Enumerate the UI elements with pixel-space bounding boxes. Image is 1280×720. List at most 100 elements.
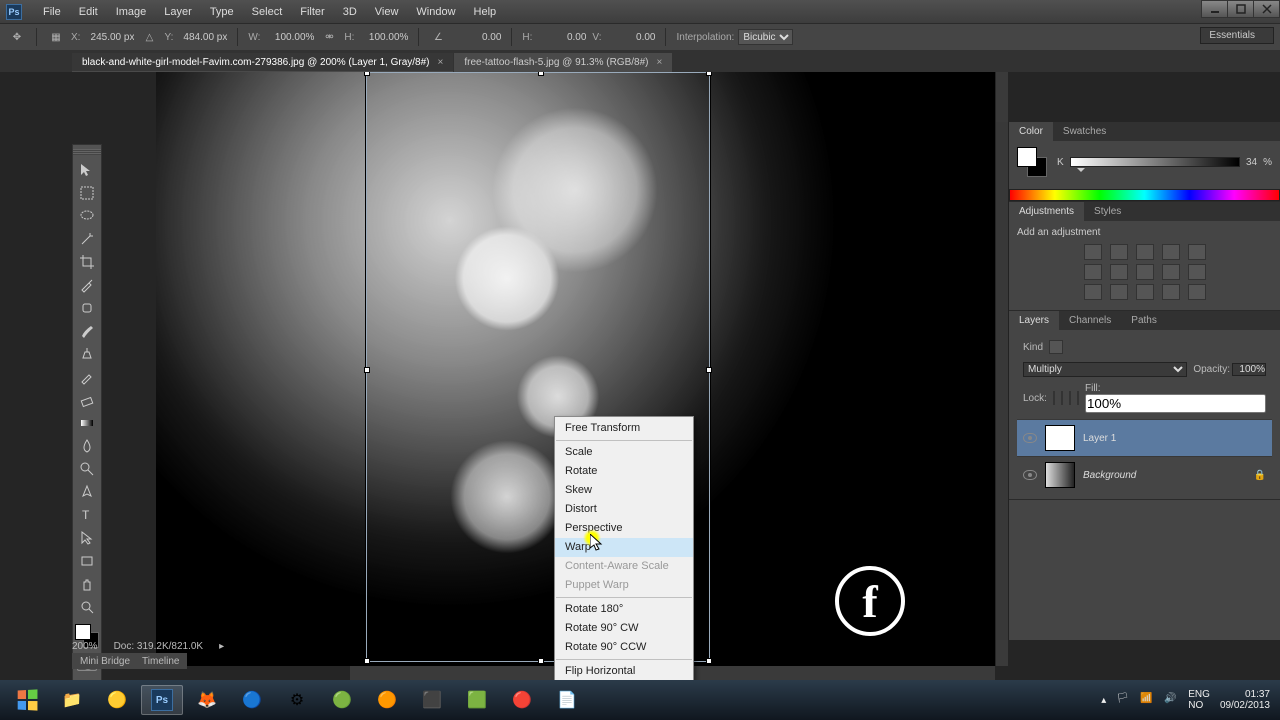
adj-bw-icon[interactable] xyxy=(1110,264,1128,280)
interpolation-select[interactable]: Bicubic xyxy=(738,29,793,45)
pen-tool[interactable] xyxy=(76,482,98,502)
taskbar-utorrent[interactable]: 🟢 xyxy=(321,685,363,715)
reference-point-icon[interactable]: ▦ xyxy=(47,28,65,46)
h-input[interactable] xyxy=(360,32,408,43)
lock-pixels-icon[interactable] xyxy=(1061,391,1063,405)
marquee-tool[interactable] xyxy=(76,183,98,203)
start-button[interactable] xyxy=(6,685,48,715)
ctx-rotate-180-[interactable]: Rotate 180° xyxy=(555,600,693,619)
layer-visibility-icon[interactable] xyxy=(1023,433,1037,443)
layer-thumbnail[interactable] xyxy=(1045,425,1075,451)
magic-wand-tool[interactable] xyxy=(76,229,98,249)
eyedropper-tool[interactable] xyxy=(76,275,98,295)
rectangle-tool[interactable] xyxy=(76,551,98,571)
adj-photofilter-icon[interactable] xyxy=(1136,264,1154,280)
tray-date[interactable]: 09/02/2013 xyxy=(1220,700,1270,711)
k-value[interactable]: 34 xyxy=(1246,157,1257,168)
swap-xy-icon[interactable]: △ xyxy=(140,28,158,46)
menu-image[interactable]: Image xyxy=(107,6,156,18)
color-spectrum[interactable] xyxy=(1009,189,1280,201)
taskbar-app-generic[interactable]: ⬛ xyxy=(411,685,453,715)
lock-transparent-icon[interactable] xyxy=(1053,391,1055,405)
opacity-input[interactable] xyxy=(1232,363,1266,376)
layer-name[interactable]: Background xyxy=(1083,470,1136,481)
taskbar-chrome[interactable]: 🟡 xyxy=(96,685,138,715)
transform-handle[interactable] xyxy=(364,367,370,373)
blur-tool[interactable] xyxy=(76,436,98,456)
menu-edit[interactable]: Edit xyxy=(70,6,107,18)
link-wh-icon[interactable]: ⚮ xyxy=(320,28,338,46)
menu-help[interactable]: Help xyxy=(465,6,506,18)
tray-network-icon[interactable]: 📶 xyxy=(1140,693,1154,707)
menu-layer[interactable]: Layer xyxy=(155,6,201,18)
panel-tab-paths[interactable]: Paths xyxy=(1121,311,1167,330)
tray-lang1[interactable]: ENG xyxy=(1188,689,1210,700)
layer-row[interactable]: Layer 1 xyxy=(1017,419,1272,456)
ctx-rotate-90-cw[interactable]: Rotate 90° CW xyxy=(555,619,693,638)
tray-expand-icon[interactable]: ▴ xyxy=(1101,695,1106,706)
menu-file[interactable]: File xyxy=(34,6,70,18)
adj-invert-icon[interactable] xyxy=(1084,284,1102,300)
eraser-tool[interactable] xyxy=(76,390,98,410)
taskbar-skype[interactable]: 🔵 xyxy=(231,685,273,715)
adj-gradmap-icon[interactable] xyxy=(1162,284,1180,300)
menu-type[interactable]: Type xyxy=(201,6,243,18)
layer-visibility-icon[interactable] xyxy=(1023,470,1037,480)
type-tool[interactable]: T xyxy=(76,505,98,525)
history-brush-tool[interactable] xyxy=(76,367,98,387)
transform-handle[interactable] xyxy=(706,658,712,664)
vskew-input[interactable] xyxy=(607,32,655,43)
tray-time[interactable]: 01:37 xyxy=(1220,689,1270,700)
adj-selective-icon[interactable] xyxy=(1188,284,1206,300)
taskbar-firefox[interactable]: 🦊 xyxy=(186,685,228,715)
document-tab[interactable]: free-tattoo-flash-5.jpg @ 91.3% (RGB/8#)… xyxy=(454,53,672,72)
tray-lang2[interactable]: NO xyxy=(1188,700,1210,711)
ctx-rotate[interactable]: Rotate xyxy=(555,462,693,481)
transform-handle[interactable] xyxy=(538,658,544,664)
menu-view[interactable]: View xyxy=(366,6,408,18)
ctx-scale[interactable]: Scale xyxy=(555,443,693,462)
taskbar-notepad[interactable]: 📄 xyxy=(546,685,588,715)
lasso-tool[interactable] xyxy=(76,206,98,226)
taskbar-explorer[interactable]: 📁 xyxy=(51,685,93,715)
adj-mixer-icon[interactable] xyxy=(1162,264,1180,280)
layer-thumbnail[interactable] xyxy=(1045,462,1075,488)
path-selection-tool[interactable] xyxy=(76,528,98,548)
window-maximize[interactable] xyxy=(1227,0,1254,18)
hand-tool[interactable] xyxy=(76,574,98,594)
close-tab-icon[interactable]: × xyxy=(656,57,662,68)
taskbar-app-red[interactable]: 🔴 xyxy=(501,685,543,715)
ctx-distort[interactable]: Distort xyxy=(555,500,693,519)
window-close[interactable] xyxy=(1253,0,1280,18)
zoom-tool[interactable] xyxy=(76,597,98,617)
lock-all-icon[interactable] xyxy=(1077,391,1079,405)
adj-levels-icon[interactable] xyxy=(1110,244,1128,260)
adj-vibrance-icon[interactable] xyxy=(1188,244,1206,260)
ctx-rotate-90-ccw[interactable]: Rotate 90° CCW xyxy=(555,638,693,657)
angle-input[interactable] xyxy=(453,32,501,43)
ctx-warp[interactable]: Warp xyxy=(555,538,693,557)
panel-tab-channels[interactable]: Channels xyxy=(1059,311,1121,330)
document-tab[interactable]: black-and-white-girl-model-Favim.com-279… xyxy=(72,53,453,72)
ctx-perspective[interactable]: Perspective xyxy=(555,519,693,538)
layer-name[interactable]: Layer 1 xyxy=(1083,433,1116,444)
w-input[interactable] xyxy=(266,32,314,43)
close-tab-icon[interactable]: × xyxy=(438,57,444,68)
transform-handle[interactable] xyxy=(706,367,712,373)
dodge-tool[interactable] xyxy=(76,459,98,479)
healing-brush-tool[interactable] xyxy=(76,298,98,318)
filter-kind-icon[interactable] xyxy=(1049,340,1063,354)
ctx-skew[interactable]: Skew xyxy=(555,481,693,500)
adj-exposure-icon[interactable] xyxy=(1162,244,1180,260)
workspace-switcher[interactable]: Essentials xyxy=(1200,27,1274,44)
adj-threshold-icon[interactable] xyxy=(1136,284,1154,300)
adj-lookup-icon[interactable] xyxy=(1188,264,1206,280)
fill-input[interactable] xyxy=(1085,394,1266,413)
move-tool[interactable] xyxy=(76,160,98,180)
transform-handle[interactable] xyxy=(364,658,370,664)
k-slider[interactable] xyxy=(1070,157,1240,167)
x-input[interactable] xyxy=(86,32,134,43)
adj-hue-icon[interactable] xyxy=(1084,264,1102,280)
taskbar-spotify[interactable]: 🟩 xyxy=(456,685,498,715)
tray-flag-icon[interactable]: 🏳 xyxy=(1116,693,1130,707)
